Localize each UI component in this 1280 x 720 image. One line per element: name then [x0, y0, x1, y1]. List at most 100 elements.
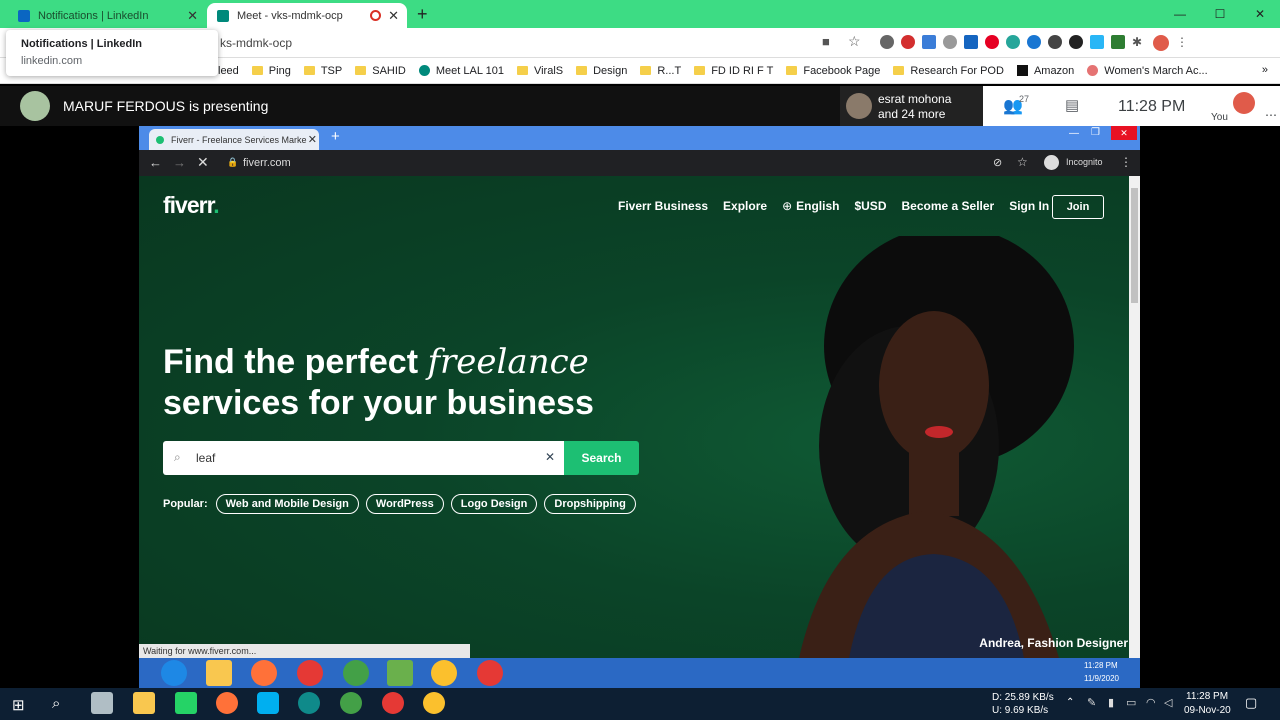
scrollbar[interactable]: [1129, 176, 1140, 658]
utorrent-icon[interactable]: [387, 660, 413, 686]
inner-url[interactable]: fiverr.com: [243, 157, 291, 169]
popular-tag[interactable]: WordPress: [365, 494, 444, 514]
tracking-eye-icon[interactable]: ⊘: [993, 156, 1002, 169]
chrome-icon[interactable]: [423, 692, 445, 714]
tab-meet[interactable]: Meet - vks-mdmk-ocp ✕: [207, 3, 407, 28]
chrome-icon[interactable]: [431, 660, 457, 686]
nav-explore[interactable]: Explore: [723, 199, 767, 213]
extension-icon[interactable]: [880, 35, 894, 49]
nav-sign-in[interactable]: Sign In: [1009, 199, 1049, 213]
bookmark-folder[interactable]: R...T: [640, 65, 681, 77]
nav-fiverr-business[interactable]: Fiverr Business: [618, 199, 708, 213]
pen-icon[interactable]: ✎: [1087, 696, 1096, 709]
extension-icon[interactable]: [964, 35, 978, 49]
windows-start-icon[interactable]: ⊞: [12, 696, 25, 714]
minimize-button[interactable]: —: [1069, 128, 1079, 139]
search-button[interactable]: Search: [564, 441, 639, 475]
bookmark-item[interactable]: Meet LAL 101: [418, 65, 504, 77]
tab-linkedin[interactable]: Notifications | LinkedIn ✕: [8, 3, 206, 28]
extension-icon[interactable]: [1069, 35, 1083, 49]
chevron-up-icon[interactable]: ⌃: [1066, 697, 1074, 708]
chrome-icon[interactable]: [297, 660, 323, 686]
close-button[interactable]: ✕: [1240, 0, 1280, 28]
extension-icon[interactable]: [1006, 35, 1020, 49]
new-tab-button[interactable]: +: [331, 128, 340, 145]
chrome-icon[interactable]: [340, 692, 362, 714]
chat-icon[interactable]: ▤: [1065, 96, 1079, 114]
forward-icon[interactable]: →: [173, 155, 186, 170]
bookmark-star-icon[interactable]: ☆: [1017, 155, 1028, 169]
popular-tag[interactable]: Logo Design: [450, 494, 538, 514]
chrome-icon[interactable]: [343, 660, 369, 686]
bookmark-folder[interactable]: TSP: [303, 65, 342, 77]
firefox-icon[interactable]: [251, 660, 277, 686]
wifi-icon[interactable]: ◠: [1146, 696, 1156, 709]
popular-tag[interactable]: Web and Mobile Design: [215, 494, 359, 514]
bookmark-item[interactable]: Women's March Ac...: [1087, 65, 1208, 77]
extension-icon[interactable]: [1111, 35, 1125, 49]
menu-icon[interactable]: ⋮: [1120, 155, 1132, 169]
extension-icon[interactable]: [1027, 35, 1041, 49]
popular-tag[interactable]: Dropshipping: [544, 494, 636, 514]
pinterest-icon[interactable]: [985, 35, 999, 49]
stop-loading-icon[interactable]: ✕: [197, 154, 209, 171]
minimize-button[interactable]: —: [1160, 0, 1200, 28]
extension-icon[interactable]: [1090, 35, 1104, 49]
maximize-button[interactable]: ☐: [1200, 0, 1240, 28]
bookmark-folder[interactable]: FD ID RI F T: [694, 65, 773, 77]
close-icon[interactable]: ✕: [308, 133, 317, 146]
bookmark-item[interactable]: leed: [218, 65, 239, 77]
profile-avatar[interactable]: [1153, 35, 1169, 51]
edge-icon[interactable]: [298, 692, 320, 714]
file-explorer-icon[interactable]: [133, 692, 155, 714]
bookmark-folder[interactable]: ViralS: [516, 65, 563, 77]
bookmark-star-icon[interactable]: ☆: [848, 33, 861, 50]
new-tab-button[interactable]: +: [417, 4, 428, 25]
bookmark-item[interactable]: Amazon: [1016, 65, 1074, 77]
puzzle-icon[interactable]: ✱: [1132, 35, 1146, 49]
clear-search-icon[interactable]: ✕: [545, 450, 555, 464]
more-options-icon[interactable]: ⋯: [1265, 108, 1277, 122]
firefox-icon[interactable]: [216, 692, 238, 714]
chrome-icon[interactable]: [382, 692, 404, 714]
extension-icon[interactable]: [943, 35, 957, 49]
self-avatar: [1233, 92, 1255, 114]
maximize-button[interactable]: ❐: [1091, 127, 1100, 138]
microphone-icon[interactable]: ▮: [1108, 696, 1114, 709]
bookmark-folder[interactable]: Facebook Page: [786, 65, 880, 77]
file-explorer-icon[interactable]: [206, 660, 232, 686]
ie-icon[interactable]: [161, 660, 187, 686]
extension-icon[interactable]: [901, 35, 915, 49]
nav-currency[interactable]: $USD: [854, 199, 886, 213]
menu-icon[interactable]: ⋮: [1176, 35, 1188, 49]
camera-icon[interactable]: ■: [822, 34, 830, 49]
inner-tab-fiverr[interactable]: Fiverr - Freelance Services Marke ✕: [149, 129, 319, 150]
bookmark-folder[interactable]: Research For POD: [893, 65, 1004, 77]
join-button[interactable]: Join: [1052, 195, 1104, 219]
extension-icon[interactable]: [1048, 35, 1062, 49]
bookmark-folder[interactable]: SAHID: [355, 65, 406, 77]
bookmark-folder[interactable]: Design: [576, 65, 627, 77]
volume-icon[interactable]: ◁: [1164, 696, 1172, 709]
scrollbar-thumb[interactable]: [1131, 188, 1138, 303]
close-button[interactable]: ✕: [1111, 126, 1137, 140]
nav-become-seller[interactable]: Become a Seller: [901, 199, 994, 213]
notifications-icon[interactable]: ▢: [1245, 695, 1257, 711]
url-field[interactable]: ks-mdmk-ocp: [220, 36, 292, 50]
back-icon[interactable]: ←: [149, 155, 162, 170]
skype-icon[interactable]: [257, 692, 279, 714]
chrome-icon[interactable]: [477, 660, 503, 686]
task-view-icon[interactable]: [91, 692, 113, 714]
search-input[interactable]: leaf: [196, 451, 215, 465]
close-icon[interactable]: ✕: [388, 8, 399, 24]
battery-icon[interactable]: ▭: [1126, 696, 1136, 709]
bookmark-folder[interactable]: Ping: [251, 65, 291, 77]
speaker-name: esrat mohona: [878, 92, 952, 106]
nav-language[interactable]: English: [796, 199, 839, 213]
whatsapp-icon[interactable]: [175, 692, 197, 714]
more-bookmarks-icon[interactable]: »: [1262, 64, 1268, 76]
search-icon[interactable]: ⌕: [52, 695, 60, 712]
close-icon[interactable]: ✕: [187, 8, 198, 24]
fiverr-logo[interactable]: fiverr.: [163, 192, 220, 219]
extension-icon[interactable]: [922, 35, 936, 49]
